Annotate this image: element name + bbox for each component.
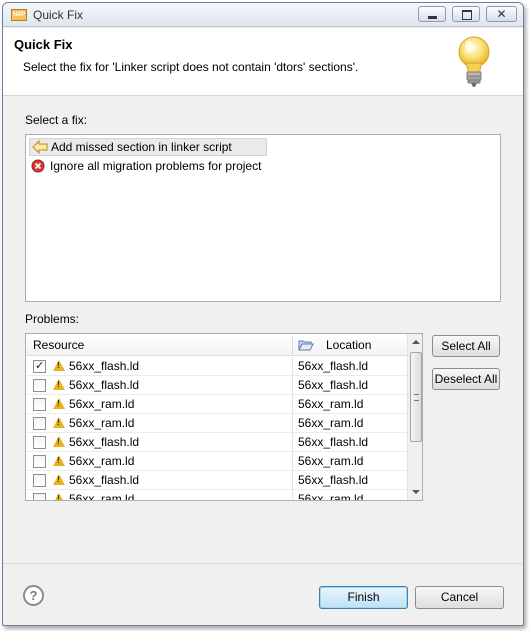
title-bar[interactable]: NXP Quick Fix ✕ [3, 3, 523, 27]
finish-button[interactable]: Finish [319, 586, 408, 609]
cell-divider [292, 376, 293, 395]
resource-cell: 56xx_flash.ld [69, 378, 140, 392]
location-cell: 56xx_ram.ld [298, 416, 364, 430]
table-row[interactable]: 56xx_ram.ld 56xx_ram.ld [26, 414, 407, 433]
row-checkbox[interactable] [33, 359, 46, 373]
cell-divider [292, 357, 293, 376]
table-row[interactable]: 56xx_ram.ld 56xx_ram.ld [26, 490, 407, 501]
location-cell: 56xx_flash.ld [298, 473, 369, 487]
lightbulb-icon [458, 36, 490, 87]
row-checkbox[interactable] [33, 455, 46, 468]
cell-divider [292, 395, 293, 414]
row-checkbox[interactable] [33, 417, 46, 430]
table-row[interactable]: 56xx_flash.ld 56xx_flash.ld [26, 471, 407, 490]
row-checkbox[interactable] [33, 379, 46, 392]
table-row[interactable]: 56xx_ram.ld 56xx_ram.ld [26, 452, 407, 471]
vertical-scrollbar[interactable] [407, 334, 422, 500]
folder-open-icon [298, 340, 314, 351]
location-cell: 56xx_flash.ld [298, 359, 369, 373]
help-icon[interactable]: ? [23, 585, 44, 606]
cell-divider [292, 452, 293, 471]
table-row[interactable]: 56xx_ram.ld 56xx_ram.ld [26, 395, 407, 414]
resource-cell: 56xx_flash.ld [69, 473, 140, 487]
warning-icon [53, 417, 65, 428]
location-cell: 56xx_ram.ld [298, 397, 364, 411]
fix-item-add-missed-section[interactable]: Add missed section in linker script [29, 138, 267, 156]
fix-item-ignore-migration[interactable]: Ignore all migration problems for projec… [29, 157, 289, 175]
arrow-left-icon [32, 140, 48, 154]
resource-cell: 56xx_flash.ld [69, 359, 140, 373]
maximize-button[interactable] [452, 6, 480, 22]
column-location-label: Location [326, 338, 372, 352]
row-checkbox[interactable] [33, 474, 46, 487]
cell-divider [292, 490, 293, 500]
table-header: Resource Location [26, 334, 407, 356]
cell-divider [292, 414, 293, 433]
quick-fix-dialog: NXP Quick Fix ✕ Quick Fix Select the fix… [2, 2, 524, 626]
resource-cell: 56xx_ram.ld [69, 416, 135, 430]
warning-icon [53, 360, 65, 371]
table-row[interactable]: 56xx_flash.ld 56xx_flash.ld [26, 357, 407, 376]
close-button[interactable]: ✕ [486, 6, 517, 22]
scroll-up-icon[interactable] [412, 340, 420, 344]
app-logo-icon: NXP [11, 9, 27, 21]
resource-cell: 56xx_ram.ld [69, 397, 135, 411]
warning-icon [53, 455, 65, 466]
location-cell: 56xx_flash.ld [298, 435, 369, 449]
window-title: Quick Fix [33, 8, 84, 22]
warning-icon [53, 379, 65, 390]
cell-divider [292, 433, 293, 452]
location-cell: 56xx_ram.ld [298, 492, 364, 501]
cell-divider [292, 471, 293, 490]
resource-cell: 56xx_ram.ld [69, 492, 135, 501]
resource-cell: 56xx_ram.ld [69, 454, 135, 468]
fix-list[interactable]: Add missed section in linker script Igno… [25, 134, 501, 302]
minimize-button[interactable] [418, 6, 446, 22]
column-resource[interactable]: Resource [33, 334, 84, 356]
location-cell: 56xx_flash.ld [298, 378, 369, 392]
warning-icon [53, 436, 65, 447]
cancel-button[interactable]: Cancel [415, 586, 504, 609]
resource-cell: 56xx_flash.ld [69, 435, 140, 449]
warning-icon [53, 398, 65, 409]
scrollbar-thumb[interactable] [410, 352, 422, 442]
footer-divider [3, 563, 523, 564]
header-message: Select the fix for 'Linker script does n… [23, 60, 359, 74]
row-checkbox[interactable] [33, 398, 46, 411]
location-cell: 56xx_ram.ld [298, 454, 364, 468]
table-row[interactable]: 56xx_flash.ld 56xx_flash.ld [26, 376, 407, 395]
page-title: Quick Fix [14, 37, 73, 52]
scroll-down-icon[interactable] [412, 490, 420, 494]
row-checkbox[interactable] [33, 436, 46, 449]
warning-icon [53, 493, 65, 500]
fix-item-label: Add missed section in linker script [51, 140, 232, 154]
dialog-header: Quick Fix Select the fix for 'Linker scr… [3, 28, 523, 96]
column-location[interactable]: Location [298, 334, 371, 356]
select-all-button[interactable]: Select All [432, 335, 500, 357]
deselect-all-button[interactable]: Deselect All [432, 368, 500, 390]
fix-item-label: Ignore all migration problems for projec… [50, 159, 262, 173]
row-checkbox[interactable] [33, 493, 46, 500]
table-row[interactable]: 56xx_flash.ld 56xx_flash.ld [26, 433, 407, 452]
warning-icon [53, 474, 65, 485]
error-icon [31, 159, 45, 173]
select-fix-label: Select a fix: [25, 113, 88, 127]
problems-table[interactable]: Resource Location 56xx_flash.ld 56xx_fla… [25, 333, 423, 501]
close-icon: ✕ [496, 7, 507, 21]
column-divider[interactable] [292, 336, 293, 354]
problems-label: Problems: [25, 312, 80, 326]
